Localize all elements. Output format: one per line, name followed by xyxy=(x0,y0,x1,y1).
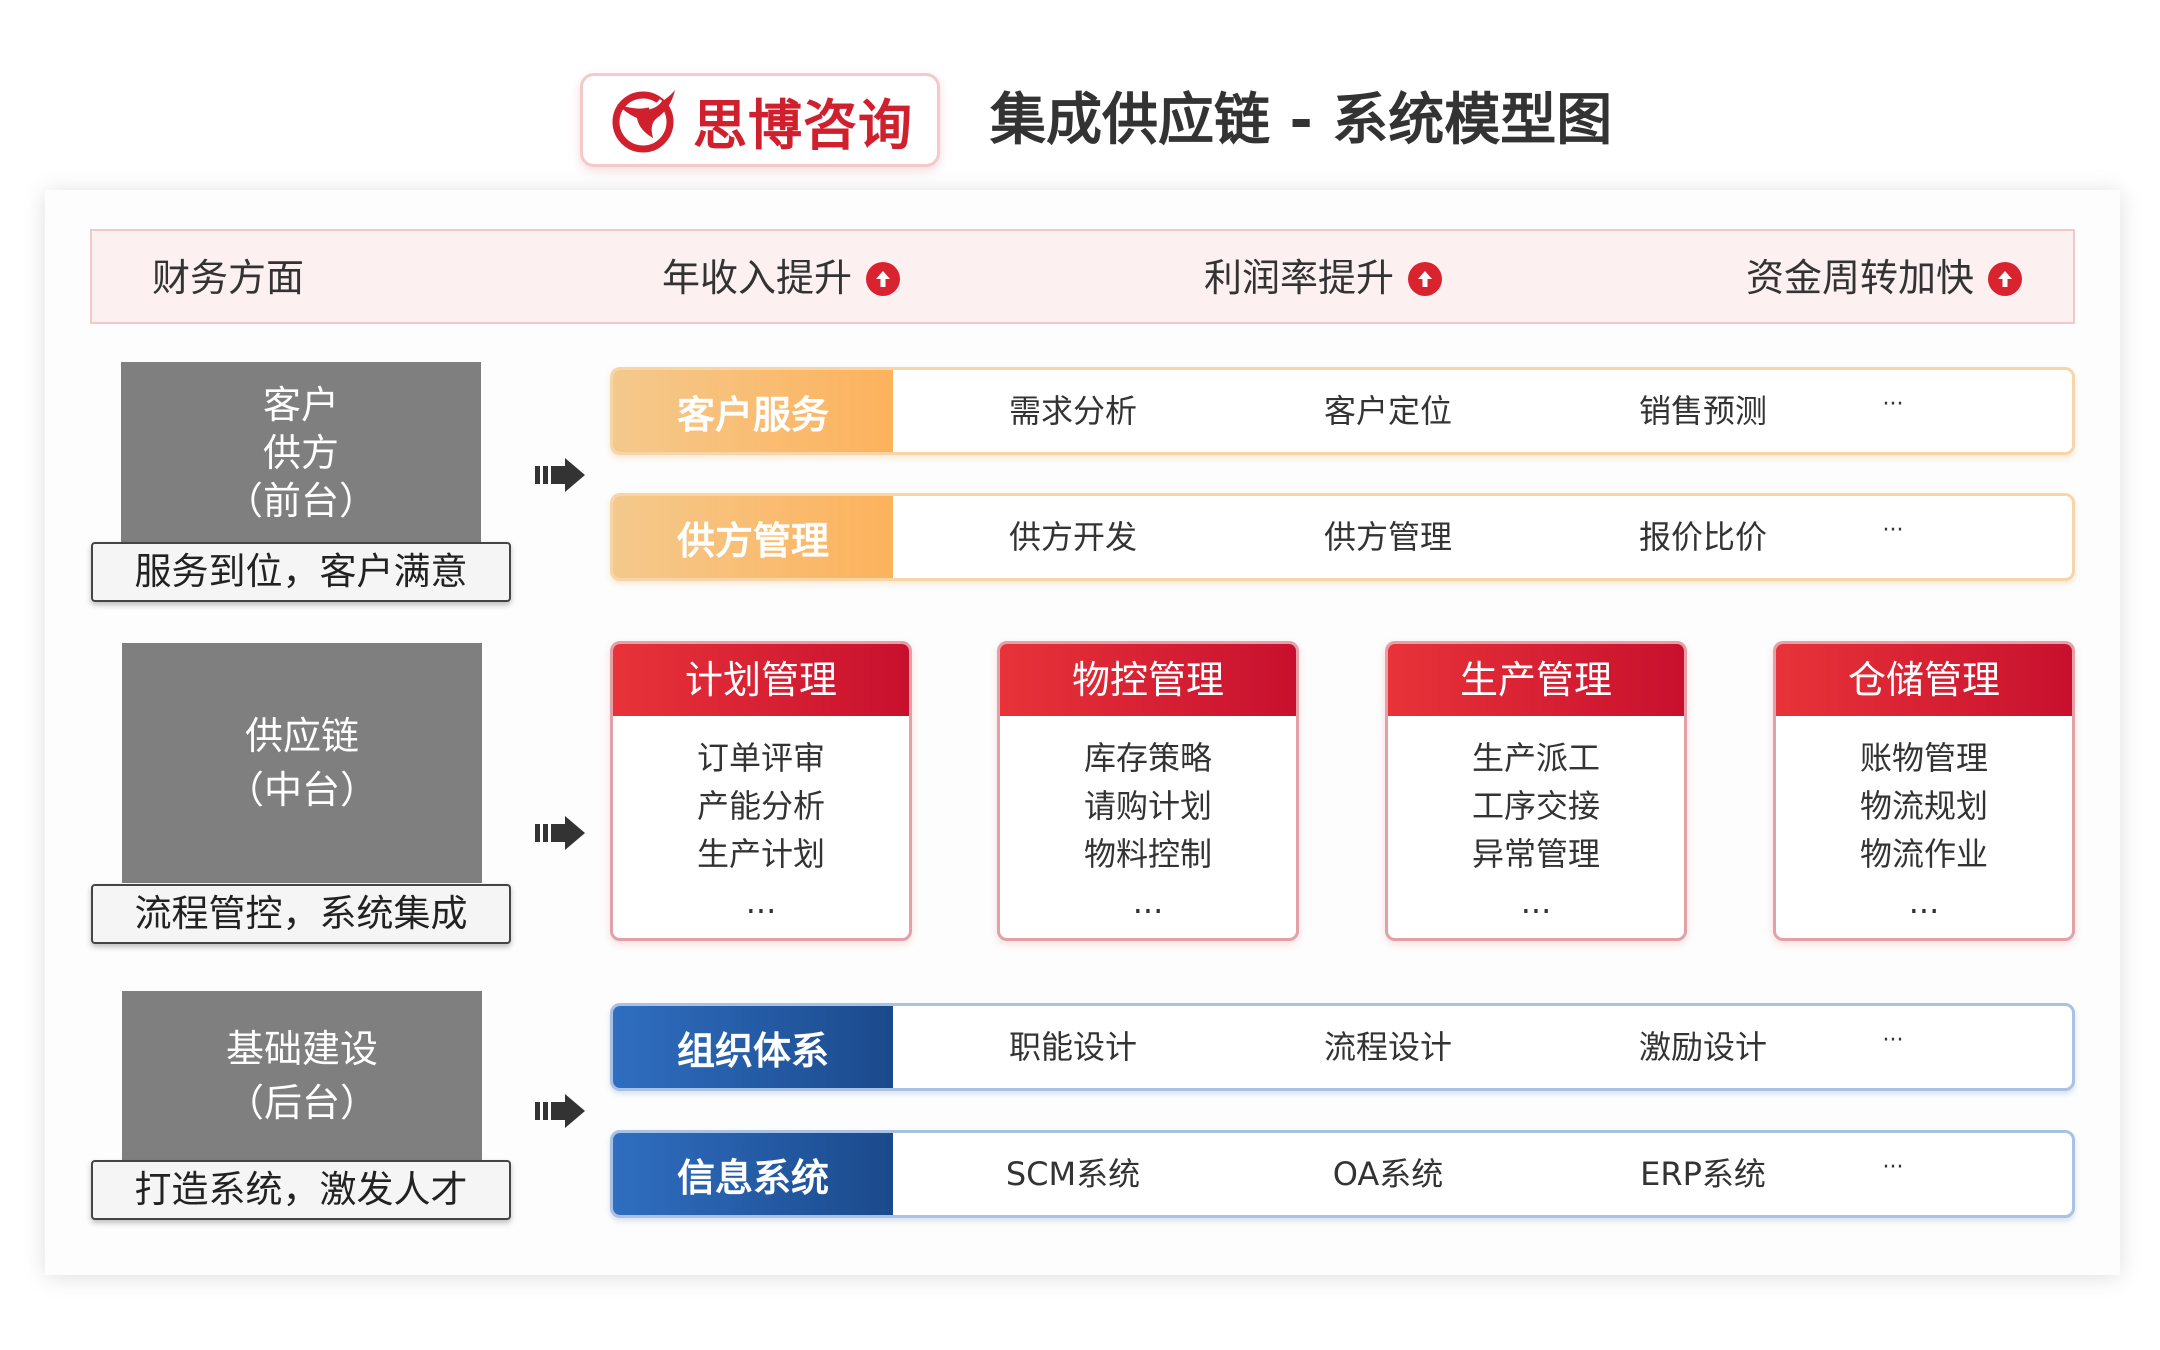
module-card-production: 生产管理 生产派工 工序交接 异常管理 ... xyxy=(1385,641,1687,941)
layer-back: 基础建设 （后台） xyxy=(122,991,482,1161)
module-item: 职能设计 xyxy=(1008,1028,1137,1066)
module-tag: 供方管理 xyxy=(613,496,893,578)
module-item-more: ... xyxy=(1908,883,1940,921)
module-item: 产能分析 xyxy=(696,787,825,825)
module-item-more: ··· xyxy=(1882,392,1904,417)
module-item: ERP系统 xyxy=(1640,1155,1766,1193)
module-card-warehouse: 仓储管理 账物管理 物流规划 物流作业 ... xyxy=(1773,641,2075,941)
layer-line: 基础建设 xyxy=(225,1027,378,1071)
module-card-title: 生产管理 xyxy=(1388,644,1684,716)
module-item: 物流规划 xyxy=(1859,787,1988,825)
module-item-more: ... xyxy=(745,883,777,921)
module-item: 物流作业 xyxy=(1859,835,1988,873)
module-item-more: ... xyxy=(1132,883,1164,921)
finance-item: 利润率提升 xyxy=(1204,231,1443,326)
module-item: 异常管理 xyxy=(1471,835,1600,873)
module-item: 库存策略 xyxy=(1083,739,1212,777)
module-tag: 信息系统 xyxy=(613,1133,893,1215)
module-item: 需求分析 xyxy=(1008,392,1137,430)
module-row-supplier-management: 供方管理 供方开发 供方管理 报价比价 ··· xyxy=(610,493,2075,581)
module-card-title: 仓储管理 xyxy=(1776,644,2072,716)
module-tag: 客户服务 xyxy=(613,370,893,452)
module-item: 流程设计 xyxy=(1323,1028,1452,1066)
layer-front: 客户 供方 （前台） xyxy=(121,362,481,544)
module-card-material-control: 物控管理 库存策略 请购计划 物料控制 ... xyxy=(997,641,1299,941)
module-item: 订单评审 xyxy=(696,739,825,777)
layer-line: 客户 xyxy=(262,383,339,427)
module-item-more: ··· xyxy=(1882,1155,1904,1180)
module-item: 工序交接 xyxy=(1471,787,1600,825)
layer-middle: 供应链 （中台） xyxy=(122,643,482,883)
finance-item-label: 年收入提升 xyxy=(662,256,853,300)
brand-logo: 思博咨询 xyxy=(580,73,940,167)
finance-bar: 财务方面 年收入提升 利润率提升 资金周转加快 xyxy=(90,229,2075,324)
module-card-title: 物控管理 xyxy=(1000,644,1296,716)
arrow-up-icon xyxy=(1988,261,2023,296)
finance-item: 年收入提升 xyxy=(662,231,901,326)
finance-item: 资金周转加快 xyxy=(1746,231,2023,326)
finance-item-label: 资金周转加快 xyxy=(1746,256,1975,300)
arrow-right-icon xyxy=(535,1094,585,1128)
layer-caption: 打造系统，激发人才 xyxy=(91,1160,511,1220)
layer-line: （中台） xyxy=(225,768,378,812)
brand-name: 思博咨询 xyxy=(693,93,913,157)
module-item: SCM系统 xyxy=(1005,1155,1141,1193)
finance-label: 财务方面 xyxy=(152,256,305,300)
eagle-logo-icon xyxy=(612,90,675,153)
module-item: 供方开发 xyxy=(1008,518,1137,556)
module-item: 生产派工 xyxy=(1471,739,1600,777)
layer-caption: 流程管控，系统集成 xyxy=(91,884,511,944)
module-item: 供方管理 xyxy=(1323,518,1452,556)
module-item-more: ... xyxy=(1520,883,1552,921)
module-card-planning: 计划管理 订单评审 产能分析 生产计划 ... xyxy=(610,641,912,941)
module-item: 激励设计 xyxy=(1638,1028,1767,1066)
module-item: 报价比价 xyxy=(1638,518,1767,556)
module-item: 请购计划 xyxy=(1083,787,1212,825)
module-item: 销售预测 xyxy=(1638,392,1767,430)
arrow-right-icon xyxy=(535,458,585,492)
arrow-up-icon xyxy=(1408,261,1443,296)
module-item: 账物管理 xyxy=(1859,739,1988,777)
module-item: OA系统 xyxy=(1332,1155,1444,1193)
module-row-customer-service: 客户服务 需求分析 客户定位 销售预测 ··· xyxy=(610,367,2075,455)
layer-line: （前台） xyxy=(224,479,377,523)
layer-caption: 服务到位，客户满意 xyxy=(91,542,511,602)
page-title: 集成供应链 - 系统模型图 xyxy=(990,88,1613,153)
module-row-organization: 组织体系 职能设计 流程设计 激励设计 ··· xyxy=(610,1003,2075,1091)
finance-item-label: 利润率提升 xyxy=(1204,256,1395,300)
layer-line: 供方 xyxy=(262,431,339,475)
module-item: 生产计划 xyxy=(696,835,825,873)
layer-line: 供应链 xyxy=(244,714,359,758)
module-row-information-system: 信息系统 SCM系统 OA系统 ERP系统 ··· xyxy=(610,1130,2075,1218)
module-item-more: ··· xyxy=(1882,1028,1904,1053)
module-item: 物料控制 xyxy=(1083,835,1212,873)
module-item: 客户定位 xyxy=(1323,392,1452,430)
module-item-more: ··· xyxy=(1882,518,1904,543)
arrow-right-icon xyxy=(535,816,585,850)
arrow-up-icon xyxy=(866,261,901,296)
module-tag: 组织体系 xyxy=(613,1006,893,1088)
module-card-title: 计划管理 xyxy=(613,644,909,716)
layer-line: （后台） xyxy=(225,1081,378,1125)
